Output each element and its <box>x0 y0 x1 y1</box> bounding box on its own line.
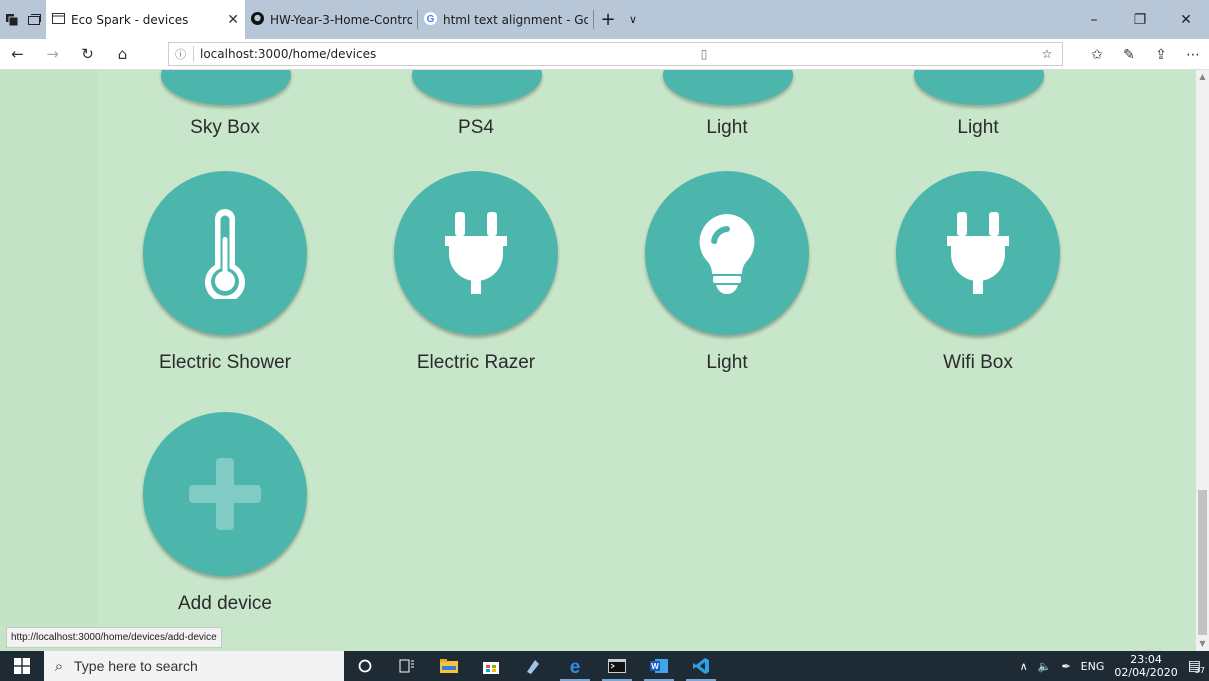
favorite-star-icon[interactable]: ☆ <box>1032 47 1062 61</box>
add-device-button[interactable] <box>143 412 307 576</box>
svg-text:G: G <box>427 14 435 25</box>
notification-count: 37 <box>1194 666 1205 675</box>
device-circle-partial[interactable] <box>914 70 1044 105</box>
plug-icon <box>445 212 507 294</box>
device-button[interactable] <box>896 171 1060 335</box>
tab-title: HW-Year-3-Home-Control-l <box>270 12 412 27</box>
reading-view-icon[interactable]: ▯ <box>689 47 719 61</box>
device-label[interactable]: Light <box>878 117 1078 139</box>
language-indicator[interactable]: ENG <box>1081 660 1105 673</box>
volume-icon[interactable]: 🔈 <box>1038 660 1052 673</box>
tab-title: Eco Spark - devices <box>71 12 189 27</box>
windows-taskbar: ⌕ Type here to search e W ∧ 🔈 ✒ ENG 23:0… <box>0 651 1209 681</box>
minimize-icon[interactable]: – <box>1071 0 1117 39</box>
terminal-icon[interactable] <box>596 651 638 681</box>
tabs-aside-icon[interactable] <box>23 0 46 39</box>
vscode-icon[interactable] <box>680 651 722 681</box>
device-label: Electric Shower <box>159 352 291 373</box>
cortana-icon[interactable] <box>344 651 386 681</box>
devices-page: Sky Box PS4 Light Light Electric Shower … <box>0 70 1196 651</box>
home-icon[interactable]: ⌂ <box>105 39 140 70</box>
forward-arrow-icon[interactable]: → <box>35 39 70 70</box>
pen-icon[interactable]: ✎ <box>1113 39 1145 70</box>
refresh-icon[interactable]: ↻ <box>70 39 105 70</box>
tab-actions-icon[interactable] <box>0 0 23 39</box>
scroll-down-icon[interactable]: ▼ <box>1196 637 1209 651</box>
chevron-up-icon[interactable]: ∧ <box>1020 660 1028 673</box>
clock[interactable]: 23:04 02/04/2020 <box>1114 653 1177 679</box>
device-tile-electric-shower[interactable]: Electric Shower <box>125 171 325 374</box>
chevron-down-icon[interactable]: ∨ <box>622 0 644 39</box>
scroll-thumb[interactable] <box>1198 490 1207 635</box>
back-arrow-icon[interactable]: ← <box>0 39 35 70</box>
device-button[interactable] <box>394 171 558 335</box>
restore-icon[interactable]: ❐ <box>1117 0 1163 39</box>
tab-github[interactable]: HW-Year-3-Home-Control-l <box>245 0 418 39</box>
favorites-icon[interactable]: ✩ <box>1081 39 1113 70</box>
search-icon: ⌕ <box>54 657 64 675</box>
more-icon[interactable]: ⋯ <box>1177 39 1209 70</box>
notification-icon[interactable]: ▤ 37 <box>1188 658 1205 675</box>
edge-browser-icon[interactable]: e <box>554 651 596 681</box>
url-text: localhost:3000/home/devices <box>200 47 377 61</box>
pen-workspace-icon[interactable]: ✒ <box>1061 660 1070 673</box>
tab-title: html text alignment - Googl <box>443 12 588 27</box>
close-tab-icon[interactable]: ✕ <box>221 12 239 28</box>
browser-tab-bar: Eco Spark - devices ✕ HW-Year-3-Home-Con… <box>0 0 1209 39</box>
plug-icon <box>947 212 1009 294</box>
new-tab-icon[interactable]: + <box>594 0 622 39</box>
url-field[interactable]: ⓘ localhost:3000/home/devices ▯ ☆ <box>168 42 1063 66</box>
thermometer-icon <box>205 209 245 299</box>
word-icon[interactable]: W <box>638 651 680 681</box>
device-circle-partial[interactable] <box>663 70 793 105</box>
add-device-label: Add device <box>177 593 272 614</box>
lightbulb-icon <box>699 214 755 294</box>
info-icon[interactable]: ⓘ <box>175 46 191 62</box>
status-url-tooltip: http://localhost:3000/home/devices/add-d… <box>6 627 222 648</box>
svg-text:W: W <box>651 662 659 671</box>
device-circle-partial[interactable] <box>161 70 291 105</box>
page-icon <box>52 12 65 27</box>
time: 23:04 <box>1130 653 1162 666</box>
taskbar-search-input[interactable]: ⌕ Type here to search <box>44 651 344 681</box>
share-icon[interactable]: ⇪ <box>1145 39 1177 70</box>
device-label[interactable]: Light <box>627 117 827 139</box>
svg-text:e: e <box>570 657 581 675</box>
github-icon <box>251 11 264 28</box>
device-circle-partial[interactable] <box>412 70 542 105</box>
add-device-tile[interactable]: Add device <box>125 412 325 615</box>
search-placeholder: Type here to search <box>74 658 198 674</box>
scroll-up-icon[interactable]: ▲ <box>1196 70 1209 84</box>
task-view-icon[interactable] <box>386 651 428 681</box>
paint-icon[interactable] <box>512 651 554 681</box>
device-label[interactable]: PS4 <box>376 117 576 139</box>
device-label: Light <box>706 352 748 373</box>
tab-eco-spark[interactable]: Eco Spark - devices ✕ <box>46 0 245 39</box>
plus-icon <box>189 458 261 530</box>
date: 02/04/2020 <box>1114 666 1178 679</box>
device-label: Electric Razer <box>416 352 536 373</box>
close-window-icon[interactable]: ✕ <box>1163 0 1209 39</box>
google-icon: G <box>424 11 437 28</box>
device-button[interactable] <box>143 171 307 335</box>
address-bar: ← → ↻ ⌂ ⓘ localhost:3000/home/devices ▯ … <box>0 39 1209 70</box>
system-tray: ∧ 🔈 ✒ ENG 23:04 02/04/2020 ▤ 37 <box>1020 653 1209 679</box>
device-tile-electric-razer[interactable]: Electric Razer <box>376 171 576 374</box>
vertical-scrollbar[interactable]: ▲ ▼ <box>1196 70 1209 651</box>
store-icon[interactable] <box>470 651 512 681</box>
device-tile-wifi-box[interactable]: Wifi Box <box>878 171 1078 374</box>
device-button[interactable] <box>645 171 809 335</box>
file-explorer-icon[interactable] <box>428 651 470 681</box>
device-label: Wifi Box <box>943 352 1013 373</box>
tab-google[interactable]: G html text alignment - Googl <box>418 0 594 39</box>
windows-start-icon[interactable] <box>0 658 44 674</box>
device-label[interactable]: Sky Box <box>125 117 325 139</box>
device-tile-light[interactable]: Light <box>627 171 827 374</box>
